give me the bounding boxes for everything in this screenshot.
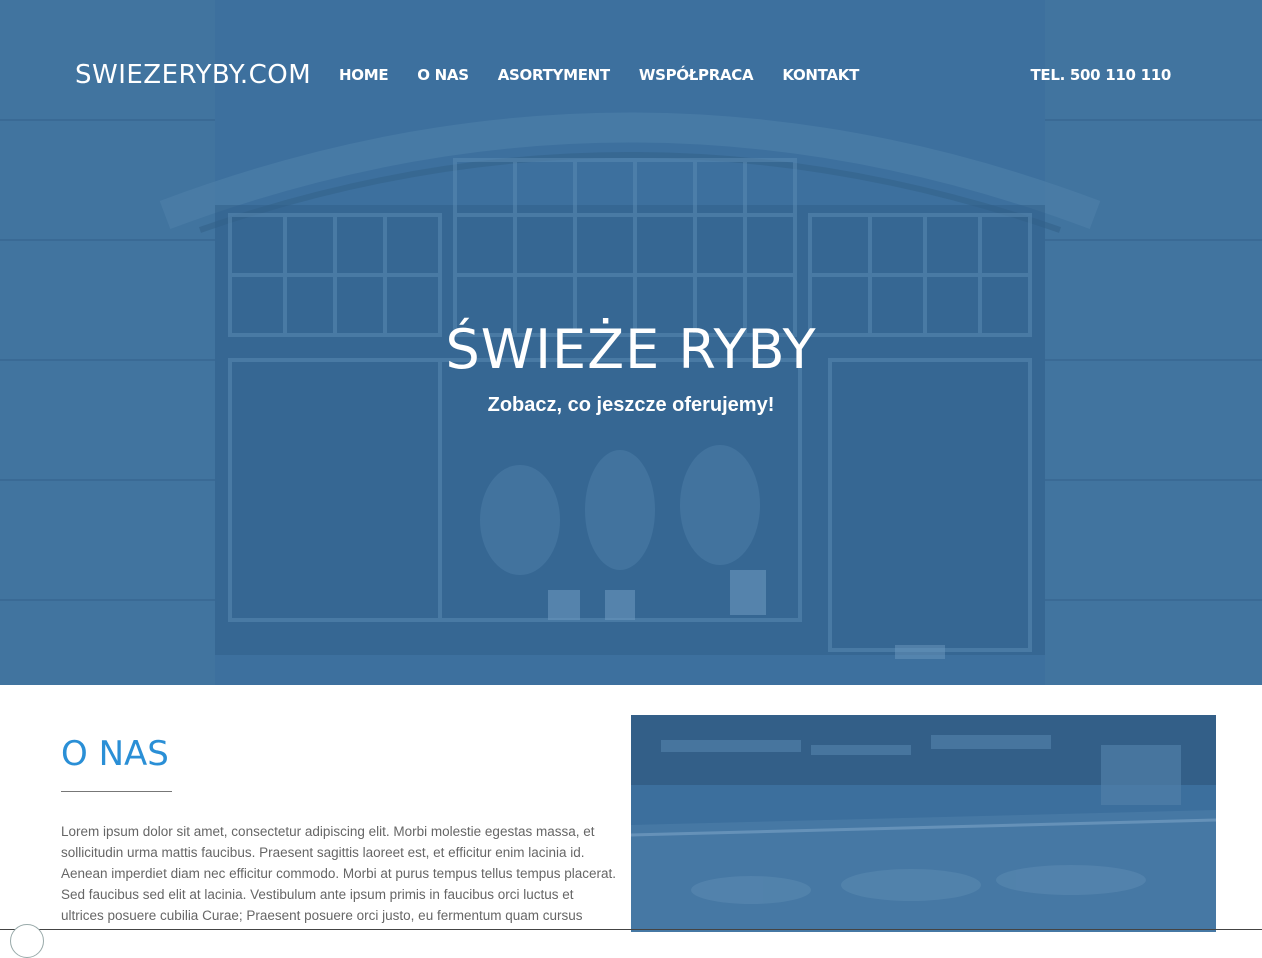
phone-number[interactable]: TEL. 500 110 110 <box>1030 66 1171 84</box>
site-logo[interactable]: SWIEZERYBY.COM <box>75 60 311 90</box>
nav-o-nas[interactable]: O NAS <box>417 66 469 84</box>
about-title: O NAS <box>61 734 169 774</box>
hero-section: SWIEZERYBY.COM HOME O NAS ASORTYMENT WSP… <box>0 0 1262 685</box>
chat-widget-icon[interactable] <box>10 924 44 958</box>
hero-subtitle: Zobacz, co jeszcze oferujemy! <box>487 394 775 416</box>
hero-title: ŚWIEŻE RYBY <box>445 318 817 381</box>
bottom-divider <box>0 929 1262 930</box>
nav-wspolpraca[interactable]: WSPÓŁPRACA <box>639 66 754 84</box>
about-section: O NAS Lorem ipsum dolor sit amet, consec… <box>0 685 1262 932</box>
about-text: Lorem ipsum dolor sit amet, consectetur … <box>61 824 617 923</box>
title-underline <box>61 791 172 792</box>
main-nav: HOME O NAS ASORTYMENT WSPÓŁPRACA KONTAKT <box>339 66 888 84</box>
shop-interior-image <box>631 715 1216 932</box>
nav-home[interactable]: HOME <box>339 66 389 84</box>
nav-asortyment[interactable]: ASORTYMENT <box>498 66 610 84</box>
nav-kontakt[interactable]: KONTAKT <box>782 66 859 84</box>
